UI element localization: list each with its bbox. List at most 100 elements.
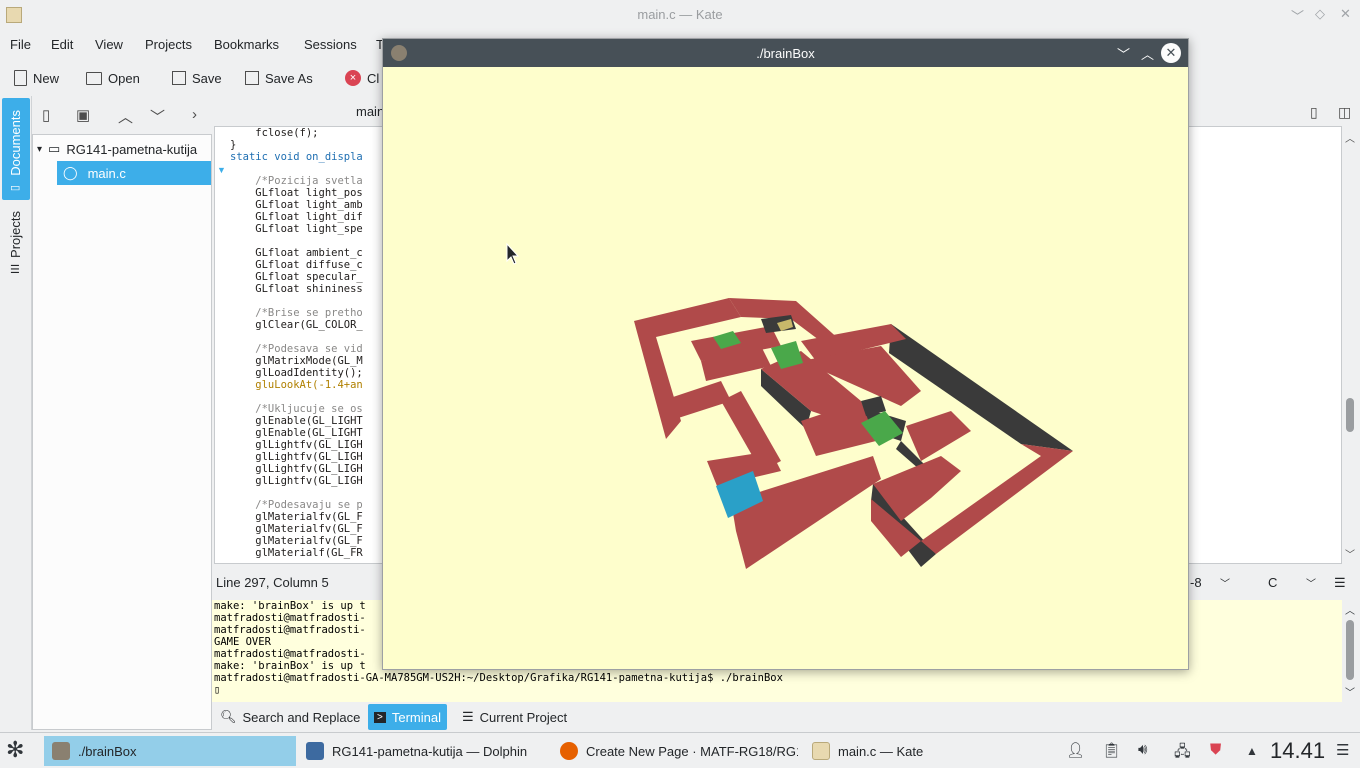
save-button[interactable]: Save [172, 64, 222, 92]
task-kate[interactable]: main.c — Kate [804, 736, 1054, 766]
code-line[interactable]: glMaterialfv(GL_F [230, 523, 362, 535]
code-line[interactable]: glMaterialf(GL_FR [230, 547, 362, 559]
menu-bookmarks[interactable]: Bookmarks [214, 37, 279, 52]
mode-chevron-icon[interactable]: ﹀ [1306, 575, 1316, 590]
code-line[interactable]: /*Podesava se vid [230, 343, 362, 355]
minimize-icon[interactable]: ﹀ [1117, 44, 1130, 63]
code-line[interactable]: glLightfv(GL_LIGH [230, 439, 362, 451]
code-line[interactable]: GLfloat light_dif [230, 211, 362, 223]
code-line[interactable]: glLightfv(GL_LIGH [230, 463, 362, 475]
code-line[interactable]: glMatrixMode(GL_M [230, 355, 362, 367]
brainbox-titlebar[interactable]: ./brainBox ﹀ ︿ ✕ [383, 39, 1188, 67]
code-line[interactable]: glLightfv(GL_LIGH [230, 475, 362, 487]
split-view-icon[interactable]: ◫ [1338, 104, 1351, 121]
new-file-icon[interactable]: ▯ [42, 106, 50, 124]
expand-arrow-icon[interactable]: ▾ [37, 144, 42, 155]
code-line[interactable] [230, 163, 363, 175]
menu-lines-icon[interactable]: ☰ [1334, 575, 1346, 591]
code-line[interactable]: gluLookAt(-1.4+an [230, 379, 362, 391]
minimize-icon[interactable]: ﹀ [1291, 6, 1304, 25]
network-icon[interactable]: 🖧︎ [1174, 741, 1191, 766]
open-button[interactable]: Open [86, 64, 140, 92]
code-line[interactable]: /*Brise se pretho [230, 307, 362, 319]
chevron-down-icon[interactable]: ﹀ [150, 106, 165, 127]
user-switch-icon[interactable]: 👤︎ [1066, 741, 1085, 759]
menu-sessions[interactable]: Sessions [304, 37, 357, 52]
encoding-chevron-icon[interactable]: ﹀ [1220, 575, 1230, 590]
new-button[interactable]: New [14, 64, 59, 92]
code-line[interactable]: glMaterialfv(GL_F [230, 535, 362, 547]
code-line[interactable]: GLfloat diffuse_c [230, 259, 362, 271]
clock[interactable]: 14.41 [1270, 738, 1325, 764]
tab-main-c[interactable]: main [356, 104, 384, 119]
term-scroll-thumb[interactable] [1346, 620, 1354, 680]
code-text[interactable]: fclose(f);} static void on_displa /*Pozic… [230, 127, 363, 559]
kde-launcher-icon[interactable]: ✻ [6, 737, 24, 763]
task-firefox[interactable]: Create New Page · MATF-RG18/RG1 [552, 736, 798, 766]
tab-terminal[interactable]: > Terminal [368, 704, 447, 730]
tab-documents[interactable]: Documents ▭ [2, 98, 30, 200]
code-line[interactable]: /*Pozicija svetla [230, 175, 362, 187]
close-icon[interactable]: ✕ [1161, 43, 1181, 63]
code-line[interactable] [230, 331, 363, 343]
tab-current-project[interactable]: ☰ Current Project [456, 704, 573, 730]
menu-file[interactable]: File [10, 37, 31, 52]
clipboard-icon[interactable]: 📋︎ [1102, 741, 1121, 759]
tree-file-row[interactable]: ◯ main.c [57, 161, 211, 185]
scroll-up-icon[interactable]: ︿ [1345, 130, 1355, 145]
editor-scrollbar[interactable]: ︿ ﹀ [1342, 126, 1360, 564]
new-tab-icon[interactable]: ▯ [1310, 104, 1318, 121]
brainbox-window[interactable]: ./brainBox ﹀ ︿ ✕ [382, 38, 1189, 670]
task-brainbox[interactable]: ./brainBox [44, 736, 296, 766]
tray-expand-icon[interactable]: ▲ [1246, 744, 1258, 758]
code-line[interactable]: glLightfv(GL_LIGH [230, 451, 362, 463]
scroll-thumb[interactable] [1346, 398, 1354, 432]
task-dolphin[interactable]: RG141-pametna-kutija — Dolphin [298, 736, 548, 766]
menu-edit[interactable]: Edit [51, 37, 73, 52]
code-line[interactable]: /*Ukljucuje se os [230, 403, 362, 415]
security-shield-icon[interactable]: ⛊ [1210, 741, 1221, 758]
close-document-button[interactable]: × Cl [345, 64, 379, 92]
code-line[interactable]: glMaterialfv(GL_F [230, 511, 362, 523]
terminal-scrollbar[interactable]: ︿ ﹀ [1342, 600, 1360, 702]
fold-marker-icon[interactable]: ▼ [217, 165, 226, 175]
term-scroll-up-icon[interactable]: ︿ [1345, 602, 1355, 617]
code-line[interactable]: GLfloat light_spe [230, 223, 362, 235]
code-line[interactable]: static void on_displa [230, 151, 363, 163]
code-line[interactable] [230, 295, 363, 307]
code-line[interactable]: glClear(GL_COLOR_ [230, 319, 362, 331]
code-line[interactable] [230, 391, 363, 403]
code-line[interactable]: /*Podesavaju se p [230, 499, 362, 511]
chevron-right-icon[interactable]: › [192, 106, 197, 123]
code-line[interactable]: fclose(f); [230, 127, 363, 139]
code-line[interactable]: GLfloat ambient_c [230, 247, 362, 259]
cursor-position[interactable]: Line 297, Column 5 [216, 575, 329, 590]
mode-label[interactable]: C [1268, 575, 1277, 590]
scroll-down-icon[interactable]: ﹀ [1345, 546, 1355, 561]
maximize-icon[interactable]: ︿ [1141, 44, 1154, 63]
kate-titlebar[interactable]: main.c — Kate ﹀ ◇ ✕ [0, 0, 1360, 30]
menu-projects[interactable]: Projects [145, 37, 192, 52]
tree-folder-row[interactable]: ▾ ▭ RG141-pametna-kutija [33, 137, 211, 161]
tab-search-replace[interactable]: 🔍︎ Search and Replace [214, 704, 366, 730]
close-icon[interactable]: ✕ [1340, 6, 1351, 22]
code-line[interactable] [230, 235, 363, 247]
term-scroll-down-icon[interactable]: ﹀ [1345, 684, 1355, 699]
panel-menu-icon[interactable]: ☰ [1336, 741, 1349, 759]
code-line[interactable]: GLfloat shininess [230, 283, 362, 295]
volume-icon[interactable]: 🔊︎ [1138, 741, 1147, 758]
encoding-label[interactable]: -8 [1190, 575, 1202, 590]
code-line[interactable]: GLfloat light_pos [230, 187, 362, 199]
code-line[interactable]: } [230, 139, 363, 151]
save-as-button[interactable]: Save As [245, 64, 313, 92]
code-line[interactable]: glEnable(GL_LIGHT [230, 415, 362, 427]
game-canvas[interactable] [383, 67, 1188, 669]
menu-view[interactable]: View [95, 37, 123, 52]
open-folder-icon[interactable]: ▣ [76, 106, 90, 124]
tab-projects[interactable]: Projects ☰ [2, 204, 30, 282]
code-line[interactable]: glEnable(GL_LIGHT [230, 427, 362, 439]
code-line[interactable]: GLfloat light_amb [230, 199, 362, 211]
maximize-icon[interactable]: ◇ [1315, 6, 1325, 22]
chevron-up-icon[interactable]: ︿ [118, 106, 133, 127]
code-line[interactable]: GLfloat specular_ [230, 271, 362, 283]
